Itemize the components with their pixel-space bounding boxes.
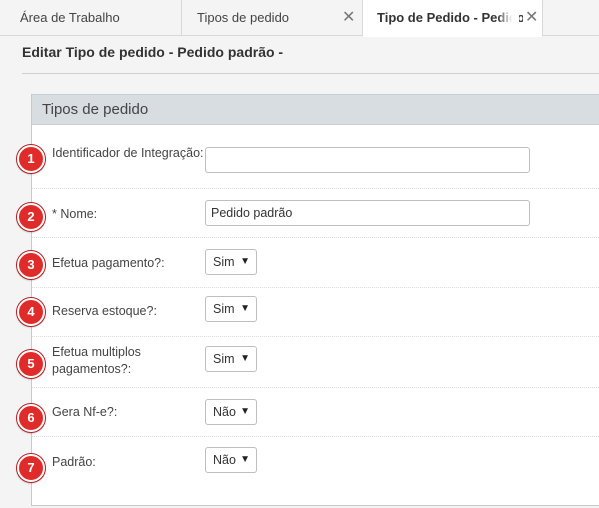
tab-text-fade	[497, 0, 519, 36]
field-label-identificador: Identificador de Integração:	[52, 146, 204, 160]
field-label-padrao: Padrão:	[52, 455, 96, 469]
nome-input[interactable]	[205, 200, 530, 226]
field-row-reserva-estoque: Reserva estoque?: Sim ▼	[32, 288, 599, 337]
field-row-gera-nfe: Gera Nf-e?: Não ▼	[32, 388, 599, 437]
step-badge-3: 3	[17, 251, 45, 279]
select-value: Sim	[213, 302, 235, 316]
step-badge-4: 4	[17, 298, 45, 326]
step-badge-5: 5	[17, 350, 45, 378]
padrao-select[interactable]: Não ▼	[205, 447, 257, 473]
caret-down-icon: ▼	[240, 406, 250, 417]
field-label-efetua-multiplos: Efetua multiplos pagamentos?:	[52, 345, 141, 376]
tab-label: Tipos de pedido	[197, 10, 290, 25]
select-value: Sim	[213, 352, 235, 366]
panel-header: Tipos de pedido	[32, 94, 599, 125]
close-icon[interactable]: ✕	[523, 0, 539, 35]
caret-down-icon: ▼	[240, 353, 250, 364]
select-value: Não	[213, 405, 236, 419]
page-title: Editar Tipo de pedido - Pedido padrão -	[22, 44, 284, 60]
reserva-estoque-select[interactable]: Sim ▼	[205, 296, 257, 322]
caret-down-icon: ▼	[240, 303, 250, 314]
tab-bar: Área de Trabalho Tipos de pedido ✕ Tipo …	[0, 0, 599, 37]
tab-tipos-de-pedido[interactable]: Tipos de pedido ✕	[182, 0, 363, 36]
identificador-integracao-input[interactable]	[205, 147, 530, 173]
field-label-nome: * Nome:	[52, 207, 98, 221]
tab-area-de-trabalho[interactable]: Área de Trabalho	[0, 0, 182, 36]
caret-down-icon: ▼	[240, 454, 250, 465]
field-row-padrao: Padrão: Não ▼	[32, 437, 599, 487]
efetua-pagamento-select[interactable]: Sim ▼	[205, 249, 257, 275]
step-badge-7: 7	[17, 454, 45, 482]
field-label-gera-nfe: Gera Nf-e?:	[52, 405, 118, 419]
field-row-identificador: Identificador de Integração:	[32, 126, 599, 189]
title-divider	[22, 73, 599, 74]
close-icon[interactable]: ✕	[342, 0, 355, 35]
field-row-efetua-multiplos: Efetua multiplos pagamentos?: Sim ▼	[32, 337, 599, 388]
step-badge-6: 6	[17, 404, 45, 432]
field-label-efetua-pagamento: Efetua pagamento?:	[52, 256, 165, 270]
field-row-nome: * Nome:	[32, 189, 599, 238]
field-row-efetua-pagamento: Efetua pagamento?: Sim ▼	[32, 238, 599, 288]
tab-tipo-de-pedido-editar[interactable]: Tipo de Pedido - Pedido p ✕	[363, 0, 543, 37]
select-value: Sim	[213, 255, 235, 269]
step-badge-2: 2	[17, 203, 45, 231]
field-label-reserva-estoque: Reserva estoque?:	[52, 304, 157, 318]
tab-label: Área de Trabalho	[20, 10, 120, 25]
gera-nfe-select[interactable]: Não ▼	[205, 399, 257, 425]
step-badge-1: 1	[17, 145, 45, 173]
select-value: Não	[213, 453, 236, 467]
efetua-multiplos-pagamentos-select[interactable]: Sim ▼	[205, 346, 257, 372]
caret-down-icon: ▼	[240, 256, 250, 267]
